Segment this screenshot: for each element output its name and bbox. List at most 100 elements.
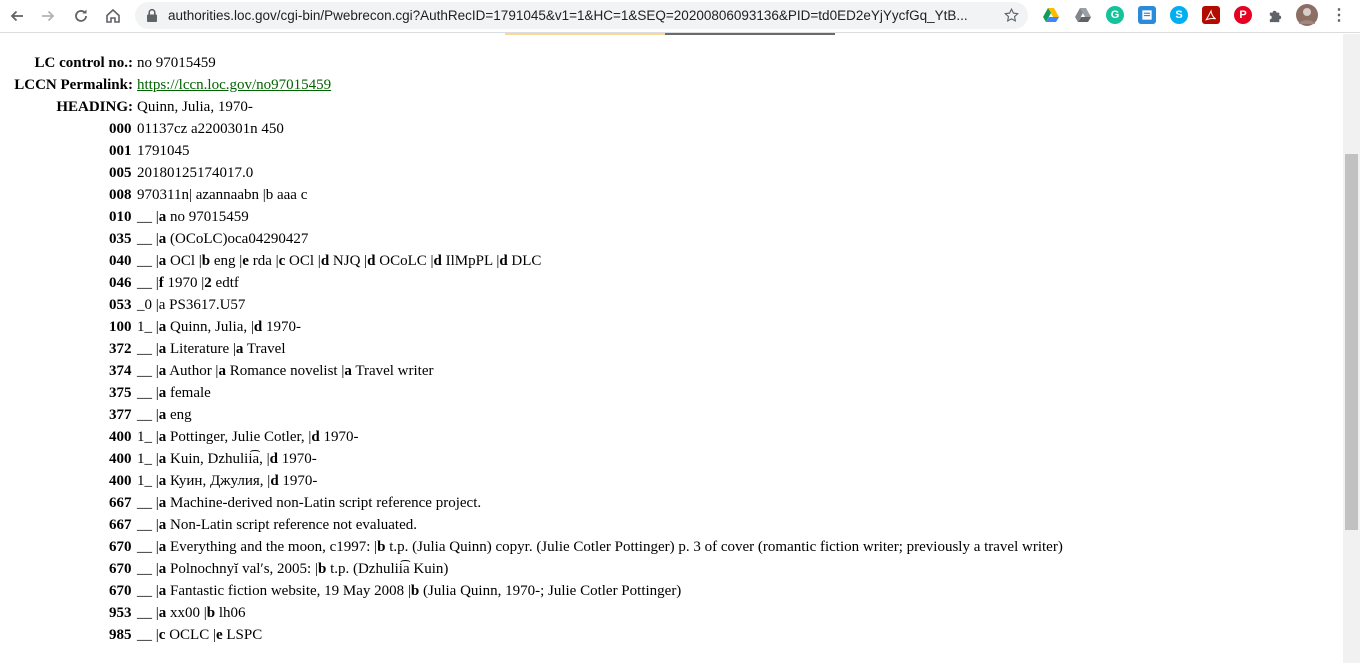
marc-field-row: 046 __ |f 1970 |2 edtf	[0, 272, 1340, 294]
field-text: __ |	[137, 539, 159, 555]
marc-field-content: __ |a Machine-derived non-Latin script r…	[137, 492, 481, 514]
marc-tag: 005	[109, 165, 132, 181]
field-text: 01137cz a2200301n 450	[137, 121, 284, 137]
field-text: __ |	[137, 253, 159, 269]
record-header: LC control no.: no 97015459 LCCN Permalink…	[0, 52, 1340, 118]
page-banner-remnant	[505, 33, 665, 35]
subfield-code: a	[344, 363, 352, 379]
marc-field-content: __ |a xx00 |b lh06	[137, 602, 246, 624]
marc-tag: 953	[109, 605, 132, 621]
header-label: HEADING:	[56, 99, 133, 115]
field-text: 970311n| azannaabn |b aaa c	[137, 187, 308, 203]
marc-tag: 377	[109, 407, 132, 423]
marc-field-content: __ |a eng	[137, 404, 192, 426]
skype-icon[interactable]: S	[1170, 6, 1188, 24]
forward-button[interactable]	[35, 3, 61, 29]
field-text: __ |	[137, 605, 159, 621]
field-text: edtf	[211, 275, 239, 291]
field-text: 1970-	[278, 473, 318, 489]
grammarly-icon[interactable]: G	[1106, 6, 1124, 24]
marc-tag: 670	[109, 561, 132, 577]
field-text: Travel writer	[351, 363, 434, 379]
field-text: OCLC |	[165, 627, 216, 643]
marc-field-content: 1_ |a Pottinger, Julie Cotler, |d 1970-	[137, 426, 358, 448]
field-text: eng	[166, 407, 192, 423]
marc-field-row: 000 01137cz a2200301n 450	[0, 118, 1340, 140]
lccn-permalink-link[interactable]: https://lccn.loc.gov/no97015459	[137, 77, 331, 93]
subfield-code: d	[269, 451, 279, 467]
header-label: LCCN Permalink:	[14, 77, 133, 93]
field-text: 1970-	[262, 319, 301, 335]
subfield-code: e	[242, 253, 249, 269]
scrollbar-thumb[interactable]	[1345, 154, 1358, 530]
marc-field-content: __ |f 1970 |2 edtf	[137, 272, 239, 294]
menu-kebab-icon[interactable]: ⋮	[1330, 6, 1348, 24]
marc-tag: 400	[109, 473, 132, 489]
header-row: LC control no.: no 97015459	[0, 52, 1340, 74]
vertical-scrollbar[interactable]	[1343, 34, 1360, 663]
acrobat-icon[interactable]	[1202, 6, 1220, 24]
url-text[interactable]: authorities.loc.gov/cgi-bin/Pwebrecon.cg…	[168, 7, 990, 24]
field-text: Pottinger, Julie Cotler, |	[166, 429, 312, 445]
subfield-code: a	[218, 363, 226, 379]
back-button[interactable]	[4, 3, 30, 29]
reload-button[interactable]	[68, 3, 94, 29]
address-bar[interactable]: authorities.loc.gov/cgi-bin/Pwebrecon.cg…	[135, 2, 1028, 29]
marc-field-content: __ |c OCLC |e LSPC	[137, 624, 262, 646]
subfield-code: e	[215, 627, 223, 643]
subfield-code: 2	[204, 275, 212, 291]
field-text: __ |	[137, 495, 159, 511]
marc-tag: 040	[109, 253, 132, 269]
profile-avatar[interactable]	[1296, 4, 1318, 26]
subfield-code: b	[201, 253, 211, 269]
marc-tag: 667	[109, 495, 132, 511]
home-button[interactable]	[100, 3, 126, 29]
field-text: DLC	[507, 253, 542, 269]
field-text: LSPC	[222, 627, 263, 643]
marc-tag: 035	[109, 231, 132, 247]
marc-field-content: 20180125174017.0	[137, 162, 253, 184]
marc-field-content: __ |a OCl |b eng |e rda |c OCl |d NJQ |d…	[137, 250, 541, 272]
header-row: LCCN Permalink: https://lccn.loc.gov/no97…	[0, 74, 1340, 96]
field-text: (Julia Quinn, 1970-; Julie Cotler Pottin…	[419, 583, 682, 599]
header-row: HEADING: Quinn, Julia, 1970-	[0, 96, 1340, 118]
field-text: Travel	[243, 341, 286, 357]
field-text: OCl |	[166, 253, 202, 269]
field-text: (OCoLC)oca04290427	[166, 231, 309, 247]
reload-icon	[75, 9, 87, 22]
marc-field-content: __ |a Fantastic fiction website, 19 May …	[137, 580, 681, 602]
field-text: __ |	[137, 231, 159, 247]
subfield-code: d	[320, 253, 330, 269]
field-text: t.p. (Julia Quinn) copyr. (Julie Cotler …	[385, 539, 1063, 555]
field-text: NJQ |	[329, 253, 368, 269]
marc-tag: 670	[109, 539, 132, 555]
subfield-code: d	[270, 473, 279, 489]
drive-gray-icon[interactable]	[1074, 6, 1092, 24]
field-text: __ |	[137, 627, 159, 643]
field-text: __ |	[137, 407, 159, 423]
docs-extension-icon[interactable]	[1138, 6, 1156, 24]
pinterest-icon[interactable]: P	[1234, 6, 1252, 24]
marc-field-row: 953 __ |a xx00 |b lh06	[0, 602, 1340, 624]
field-text: 1970-	[278, 451, 317, 467]
extensions-puzzle-icon[interactable]	[1266, 6, 1284, 24]
field-text: OCoLC |	[375, 253, 434, 269]
marc-field-content: __ |a female	[137, 382, 211, 404]
marc-field-row: 053 _0 |a PS3617.U57	[0, 294, 1340, 316]
marc-tag: 100	[109, 319, 132, 335]
google-drive-icon[interactable]	[1042, 6, 1060, 24]
marc-tag: 053	[109, 297, 132, 313]
field-text: Non-Latin script reference not evaluated…	[166, 517, 417, 533]
bookmark-star-icon[interactable]	[1003, 7, 1020, 24]
field-text: rda |	[248, 253, 279, 269]
marc-field-row: 372 __ |a Literature |a Travel	[0, 338, 1340, 360]
field-text: 1791045	[137, 143, 190, 159]
marc-field-row: 667 __ |a Non-Latin script reference not …	[0, 514, 1340, 536]
field-text: female	[166, 385, 211, 401]
marc-tag: 046	[109, 275, 132, 291]
subfield-code: d	[499, 253, 508, 269]
field-text: 1_ |	[137, 319, 159, 335]
marc-field-row: 985 __ |c OCLC |e LSPC	[0, 624, 1340, 646]
field-text: Machine-derived non-Latin script referen…	[166, 495, 482, 511]
marc-field-content: _0 |a PS3617.U57	[137, 294, 245, 316]
